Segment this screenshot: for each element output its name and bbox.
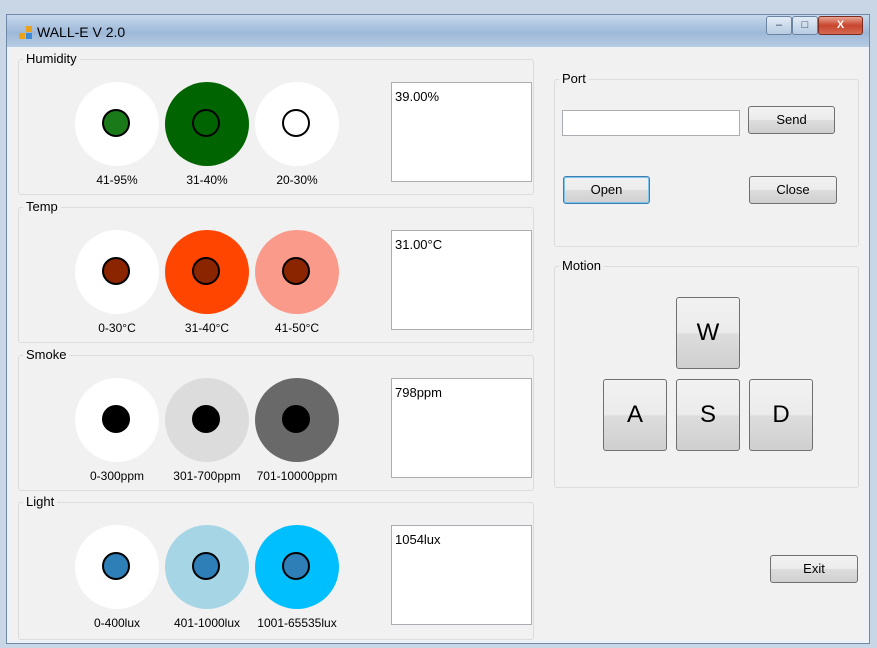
app-icon	[19, 26, 33, 40]
open-button[interactable]: Open	[563, 176, 650, 204]
main-window: WALL-E V 2.0 – □ X Humidity 41-95% 31-40% 2…	[6, 14, 870, 644]
indicator-dot	[102, 257, 130, 285]
sensor-group-humidity: Humidity 41-95% 31-40% 20-30% 39.00%	[18, 51, 534, 195]
motion-group-label: Motion	[559, 258, 605, 273]
indicator-dot	[192, 257, 220, 285]
port-group: Port Send Open Close	[554, 71, 859, 247]
sensor-reading-box: 1054lux	[391, 525, 532, 625]
window-title: WALL-E V 2.0	[37, 24, 126, 40]
sensor-group-label: Temp	[23, 199, 61, 214]
level-indicator	[165, 82, 249, 166]
close-port-button[interactable]: Close	[749, 176, 837, 204]
send-button[interactable]: Send	[748, 106, 835, 134]
sensor-reading-box: 31.00°C	[391, 230, 532, 330]
sensor-group-label: Humidity	[23, 51, 80, 66]
indicator-dot	[282, 109, 310, 137]
move-back-button[interactable]: S	[676, 379, 740, 451]
port-group-label: Port	[559, 71, 589, 86]
move-forward-button[interactable]: W	[676, 297, 740, 369]
client-area: Humidity 41-95% 31-40% 20-30% 39.00% Temp 0-30…	[12, 47, 864, 640]
indicator-dot	[282, 552, 310, 580]
sensor-group-smoke: Smoke 0-300ppm 301-700ppm 701-10000ppm 798pp…	[18, 347, 534, 491]
sensor-group-light: Light 0-400lux 401-1000lux 1001-65535lux 105…	[18, 494, 534, 640]
sensor-reading-box: 798ppm	[391, 378, 532, 478]
exit-button[interactable]: Exit	[770, 555, 858, 583]
motion-group: Motion W A S D	[554, 258, 859, 488]
level-range-label: 1001-65535lux	[257, 616, 337, 630]
level-indicator	[165, 378, 249, 462]
level-range-label: 20-30%	[276, 173, 318, 187]
level-indicator	[255, 378, 339, 462]
maximize-button[interactable]: □	[792, 16, 818, 35]
minimize-button[interactable]: –	[766, 16, 792, 35]
indicator-dot	[102, 109, 130, 137]
level-indicator	[165, 230, 249, 314]
sensor-reading-box: 39.00%	[391, 82, 532, 182]
indicator-dot	[282, 257, 310, 285]
close-window-button[interactable]: X	[818, 16, 863, 35]
sensor-group-temp: Temp 0-30°C 31-40°C 41-50°C 31.00°C	[18, 199, 534, 343]
indicator-dot	[102, 405, 130, 433]
indicator-dot	[282, 405, 310, 433]
move-left-button[interactable]: A	[603, 379, 667, 451]
indicator-dot	[192, 109, 220, 137]
level-indicator	[75, 525, 159, 609]
title-bar[interactable]: WALL-E V 2.0 – □ X	[7, 15, 869, 47]
indicator-dot	[192, 552, 220, 580]
level-indicator	[75, 82, 159, 166]
level-indicator	[255, 82, 339, 166]
level-range-label: 701-10000ppm	[256, 469, 338, 483]
level-indicator	[75, 230, 159, 314]
indicator-dot	[192, 405, 220, 433]
level-indicator	[255, 230, 339, 314]
port-input[interactable]	[562, 110, 740, 136]
sensor-group-label: Smoke	[23, 347, 70, 362]
level-indicator	[255, 525, 339, 609]
move-right-button[interactable]: D	[749, 379, 813, 451]
sensor-group-label: Light	[23, 494, 58, 509]
level-indicator	[165, 525, 249, 609]
level-indicator	[75, 378, 159, 462]
level-range-label: 41-50°C	[274, 321, 320, 335]
indicator-dot	[102, 552, 130, 580]
